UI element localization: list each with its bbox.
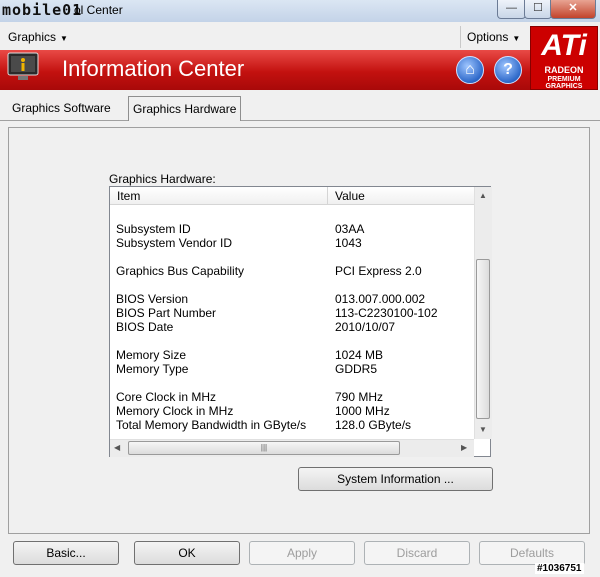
graphics-menu[interactable]: Graphics ▼ [2,26,74,48]
list-item: Subsystem Vendor ID 1043 [116,236,476,250]
page-title: Information Center [62,56,245,81]
horizontal-scrollbar[interactable]: ◀ ||| ▶ [110,439,474,457]
tab-graphics-software[interactable]: Graphics Software [8,96,115,120]
ok-button[interactable]: OK [134,541,240,565]
group-label: Graphics Hardware: [109,172,216,186]
item-value: 2010/10/07 [335,320,396,334]
premium-text: PREMIUM [547,76,581,83]
scroll-down-icon[interactable]: ▼ [479,425,487,434]
maximize-button[interactable]: ☐ [524,0,552,19]
list-item: BIOS Part Number 113-C2230100-102 [116,306,476,320]
tab-graphics-hardware[interactable]: Graphics Hardware [128,96,242,121]
column-header-item[interactable]: Item [110,187,328,205]
item-value: 1000 MHz [335,404,390,418]
horizontal-scroll-thumb[interactable]: ||| [128,441,400,455]
home-button[interactable]: ⌂ [456,56,484,84]
item-value: 790 MHz [335,390,384,404]
list-item: Memory Type GDDR5 [116,362,476,376]
list-item: BIOS Date 2010/10/07 [116,320,476,334]
item-name: Graphics Bus Capability [116,264,245,278]
item-name: BIOS Version [116,292,189,306]
options-menu-label: Options [467,30,509,44]
item-name: Total Memory Bandwidth in GByte/s [116,418,307,432]
information-monitor-icon [7,52,39,80]
ati-logo-text: ATi [541,29,587,62]
list-item: BIOS Version 013.007.000.002 [116,292,476,306]
apply-button[interactable]: Apply [249,541,355,565]
vertical-scrollbar[interactable]: ▲ ▼ [474,187,492,439]
home-icon: ⌂ [465,61,475,78]
item-name: Memory Type [116,362,189,376]
close-button[interactable]: ✕ [550,0,596,19]
list-item: Core Clock in MHz 790 MHz [116,390,476,404]
item-name: BIOS Date [116,320,174,334]
item-value: 013.007.000.002 [335,292,426,306]
ati-radeon-logo: ATi RADEON PREMIUM GRAPHICS [530,26,598,90]
scroll-left-icon[interactable]: ◀ [114,443,120,452]
radeon-text: RADEON [544,65,584,75]
defaults-button[interactable]: Defaults [479,541,585,565]
title-bar: mobile01 ol Center — ☐ ✕ [0,0,600,22]
list-item: Subsystem ID 03AA [116,222,476,236]
scroll-up-icon[interactable]: ▲ [479,191,487,200]
item-value: GDDR5 [335,362,378,376]
graphics-text: GRAPHICS [545,83,583,90]
basic-button[interactable]: Basic... [13,541,119,565]
list-item: Total Memory Bandwidth in GByte/s 128.0 G… [116,418,476,432]
vertical-scroll-thumb[interactable] [476,259,490,419]
item-name: Subsystem ID [116,222,191,236]
column-header-value[interactable]: Value [328,187,474,205]
window-title: ol Center [74,3,123,17]
help-button[interactable]: ? [494,56,522,84]
chevron-down-icon: ▼ [512,34,521,43]
options-menu[interactable]: Options ▼ [460,26,526,48]
list-item: Memory Size 1024 MB [116,348,476,362]
chevron-down-icon: ▼ [60,34,68,43]
graphics-menu-label: Graphics [8,30,57,44]
image-id-tag: #1036751 [535,563,584,574]
item-name: Subsystem Vendor ID [116,236,233,250]
item-value: 113-C2230100-102 [335,306,438,320]
tab-divider [0,120,600,121]
discard-button[interactable]: Discard [364,541,470,565]
list-item: Graphics Bus Capability PCI Express 2.0 [116,264,476,278]
list-item: Memory Clock in MHz 1000 MHz [116,404,476,418]
item-name: Memory Clock in MHz [116,404,234,418]
watermark-logo: mobile01 [2,1,83,19]
item-value: 128.0 GByte/s [335,418,412,432]
system-information-button[interactable]: System Information ... [298,467,493,491]
item-value: 1024 MB [335,348,384,362]
scroll-right-icon[interactable]: ▶ [461,443,467,452]
item-name: Memory Size [116,348,187,362]
menu-bar: Graphics ▼ Options ▼ [0,24,600,50]
item-name: BIOS Part Number [116,306,217,320]
item-value: 1043 [335,236,362,250]
minimize-button[interactable]: — [497,0,526,19]
hardware-list[interactable]: Item Value Subsystem ID 03AA Subsystem Ve… [109,186,492,457]
item-name: Core Clock in MHz [116,390,217,404]
help-icon: ? [503,61,513,78]
item-value: 03AA [335,222,365,236]
item-value: PCI Express 2.0 [335,264,422,278]
